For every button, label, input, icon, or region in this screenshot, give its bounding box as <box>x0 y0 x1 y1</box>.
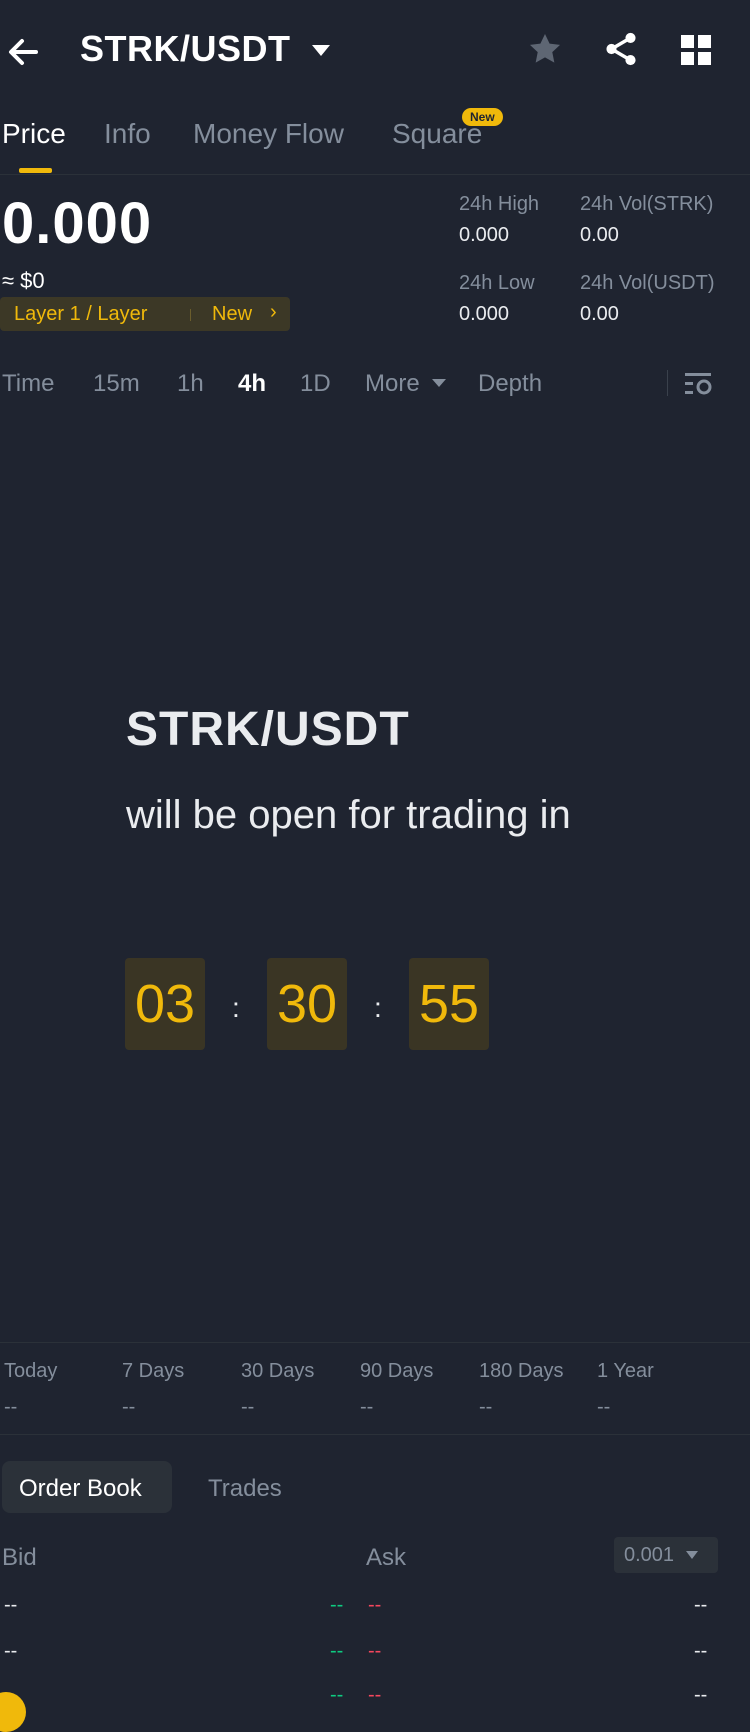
countdown-title: STRK/USDT <box>126 703 410 756</box>
perf-label-30d: 30 Days <box>241 1360 315 1382</box>
star-icon[interactable] <box>526 30 564 68</box>
low-value: 0.000 <box>459 303 510 325</box>
divider <box>0 1342 750 1343</box>
interval-1d[interactable]: 1D <box>300 370 331 398</box>
bid-header: Bid <box>2 1544 37 1571</box>
perf-value-30d: -- <box>241 1396 255 1418</box>
floating-action-button[interactable] <box>0 1692 26 1732</box>
interval-separator <box>667 370 668 396</box>
pair-title[interactable]: STRK/USDT <box>80 28 291 70</box>
low-label: 24h Low <box>459 272 535 294</box>
ask-qty: -- <box>694 1594 708 1616</box>
perf-value-7d: -- <box>122 1396 136 1418</box>
perf-value-1y: -- <box>597 1396 611 1418</box>
caret-down-icon <box>686 1551 698 1559</box>
precision-value: 0.001 <box>624 1544 675 1566</box>
perf-label-90d: 90 Days <box>360 1360 434 1382</box>
countdown-minutes: 30 <box>267 958 347 1050</box>
tab-money-flow[interactable]: Money Flow <box>193 118 344 150</box>
tab-info[interactable]: Info <box>104 118 151 150</box>
back-arrow-icon[interactable] <box>6 30 46 74</box>
share-icon[interactable] <box>602 30 640 68</box>
perf-value-90d: -- <box>360 1396 374 1418</box>
chevron-right-icon: › <box>270 301 277 323</box>
perf-label-1y: 1 Year <box>597 1360 654 1382</box>
interval-1h[interactable]: 1h <box>177 370 204 398</box>
ask-qty: -- <box>694 1640 708 1662</box>
countdown-subtitle: will be open for trading in <box>126 793 571 837</box>
vol-quote-value: 0.00 <box>580 303 619 325</box>
countdown-separator: : <box>232 992 240 1023</box>
vol-quote-label: 24h Vol(USDT) <box>580 272 715 294</box>
interval-depth[interactable]: Depth <box>478 370 542 398</box>
last-price: 0.000 <box>2 191 153 256</box>
tab-trades[interactable]: Trades <box>208 1475 282 1503</box>
category-tag-label: Layer 1 / Layer <box>14 303 148 325</box>
high-label: 24h High <box>459 193 540 215</box>
interval-more[interactable]: More <box>365 370 420 398</box>
caret-down-icon <box>432 379 446 387</box>
interval-4h[interactable]: 4h <box>238 370 266 398</box>
caret-down-icon[interactable] <box>312 45 330 56</box>
active-tab-indicator <box>19 168 52 173</box>
ask-qty: -- <box>694 1684 708 1706</box>
bid-price: -- <box>330 1594 344 1616</box>
bid-price: -- <box>330 1640 344 1662</box>
bid-price: -- <box>330 1684 344 1706</box>
tab-price[interactable]: Price <box>2 118 66 150</box>
vol-base-value: 0.00 <box>580 224 619 246</box>
ask-price: -- <box>368 1594 382 1616</box>
ask-price: -- <box>368 1640 382 1662</box>
chart-settings-icon[interactable] <box>684 370 714 398</box>
bid-qty: -- <box>4 1640 18 1662</box>
bid-qty: -- <box>4 1594 18 1616</box>
countdown-hours: 03 <box>125 958 205 1050</box>
ask-price: -- <box>368 1684 382 1706</box>
perf-label-180d: 180 Days <box>479 1360 564 1382</box>
countdown-seconds: 55 <box>409 958 489 1050</box>
new-badge: New <box>462 108 503 126</box>
interval-15m[interactable]: 15m <box>93 370 140 398</box>
perf-value-180d: -- <box>479 1396 493 1418</box>
perf-label-today: Today <box>4 1360 58 1382</box>
category-tag-new: New <box>212 303 253 325</box>
perf-label-7d: 7 Days <box>122 1360 185 1382</box>
countdown-separator: : <box>374 992 382 1023</box>
high-value: 0.000 <box>459 224 510 246</box>
usd-price: ≈ $0 <box>2 268 45 293</box>
perf-value-today: -- <box>4 1396 18 1418</box>
interval-time[interactable]: Time <box>2 370 54 398</box>
tag-separator <box>190 309 191 321</box>
ask-header: Ask <box>366 1544 407 1571</box>
vol-base-label: 24h Vol(STRK) <box>580 193 714 215</box>
divider <box>0 174 750 175</box>
tab-order-book-label: Order Book <box>19 1475 142 1502</box>
divider <box>0 1434 750 1435</box>
grid-icon[interactable] <box>680 34 712 66</box>
